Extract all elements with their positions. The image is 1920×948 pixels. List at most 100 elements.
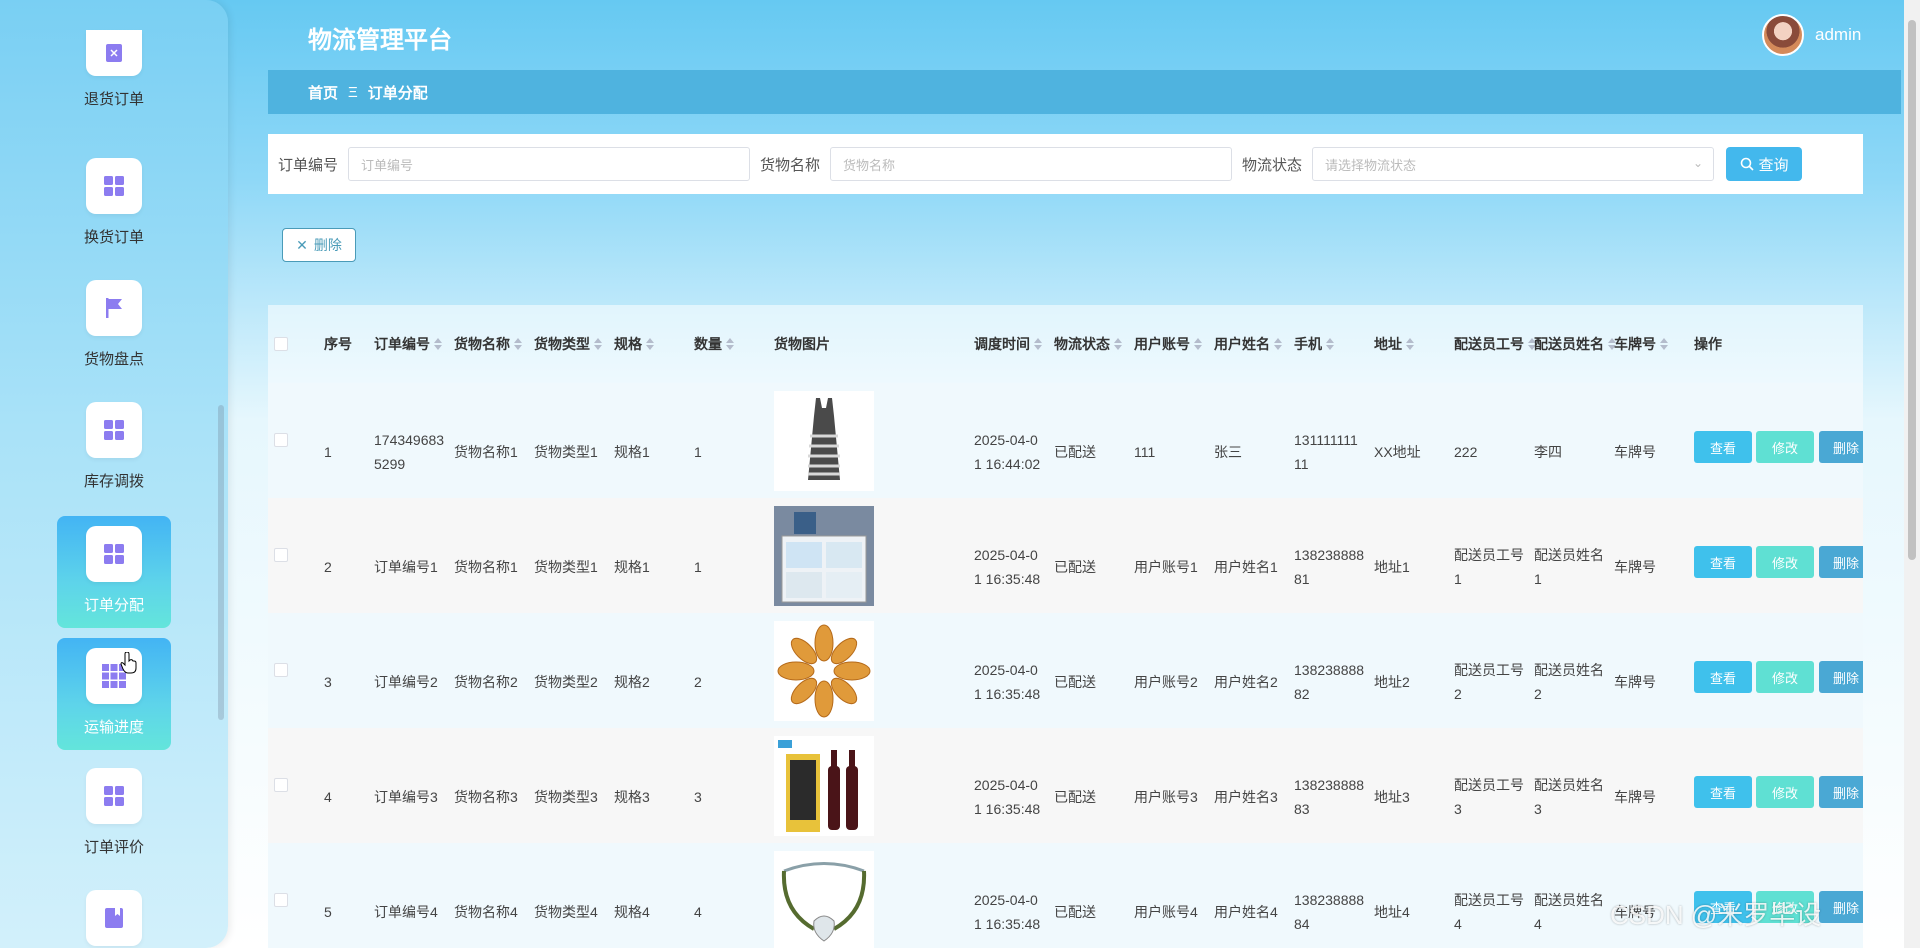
cell-index: 2 xyxy=(324,555,332,579)
order-table: 序号 订单编号 货物名称 货物类型 规格 数量 货物图片 调度时间 物流状态 用… xyxy=(268,305,1863,948)
col-spec[interactable]: 规格 xyxy=(614,334,654,354)
sidebar-item-exchange-orders[interactable]: 换货订单 xyxy=(57,148,171,260)
cell-order-no: 174349683 5299 xyxy=(374,428,444,476)
cell-text: 配送员姓名 xyxy=(1534,662,1604,678)
view-button[interactable]: 查看 xyxy=(1694,546,1752,578)
delete-button[interactable]: 删除 xyxy=(1819,546,1863,578)
col-username[interactable]: 用户姓名 xyxy=(1214,334,1282,354)
sidebar-item-return-orders[interactable]: 退货订单 xyxy=(57,30,171,142)
sort-icon[interactable] xyxy=(1034,338,1042,350)
edit-button[interactable]: 修改 xyxy=(1756,546,1814,578)
delete-button[interactable]: 删除 xyxy=(1819,776,1863,808)
breadcrumb-home[interactable]: 首页 xyxy=(308,82,338,103)
sort-icon[interactable] xyxy=(1114,338,1122,350)
sidebar-item-transport-progress[interactable]: 运输进度 xyxy=(57,638,171,750)
row-checkbox[interactable] xyxy=(274,778,288,792)
flag-icon xyxy=(86,280,142,336)
order-no-input[interactable]: 订单编号 xyxy=(348,147,751,181)
query-button[interactable]: 查询 xyxy=(1726,147,1803,181)
page-scrollbar[interactable] xyxy=(1904,0,1920,948)
col-label: 数量 xyxy=(694,336,722,352)
sort-icon[interactable] xyxy=(726,338,734,350)
col-label: 订单编号 xyxy=(374,336,430,352)
col-address[interactable]: 地址 xyxy=(1374,334,1414,354)
col-plate[interactable]: 车牌号 xyxy=(1614,334,1668,354)
col-goods-name[interactable]: 货物名称 xyxy=(454,334,522,354)
search-icon xyxy=(1740,157,1754,171)
row-checkbox[interactable] xyxy=(274,433,288,447)
view-button[interactable]: 查看 xyxy=(1694,661,1752,693)
cell-courier-id: 配送员工号 3 xyxy=(1454,773,1524,821)
cell-text: 1 16:35:48 xyxy=(974,571,1041,587)
cell-goods-type: 货物类型1 xyxy=(534,440,598,464)
cell-goods-name: 货物名称1 xyxy=(454,555,518,579)
sort-icon[interactable] xyxy=(1406,338,1414,350)
cell-text: 货物名称3 xyxy=(454,789,518,805)
cell-address: 地址1 xyxy=(1374,555,1410,579)
cell-text: 地址1 xyxy=(1374,559,1410,575)
col-phone[interactable]: 手机 xyxy=(1294,334,1334,354)
cell-text: 5299 xyxy=(374,456,406,472)
delete-button[interactable]: 删除 xyxy=(1819,891,1863,923)
goods-image[interactable] xyxy=(774,851,874,948)
sidebar-item-order-assignment[interactable]: 订单分配 xyxy=(57,516,171,628)
cell-text: 2025-04-0 xyxy=(974,432,1038,448)
logistics-status-select[interactable]: 请选择物流状态 ⌄ xyxy=(1312,147,1715,181)
goods-image[interactable] xyxy=(774,736,874,836)
cell-text: 81 xyxy=(1294,571,1310,587)
cell-status: 已配送 xyxy=(1054,555,1096,579)
sort-icon[interactable] xyxy=(1274,338,1282,350)
batch-delete-button[interactable]: ✕ 删除 xyxy=(282,228,356,262)
row-checkbox[interactable] xyxy=(274,893,288,907)
delete-button[interactable]: 删除 xyxy=(1819,661,1863,693)
sort-icon[interactable] xyxy=(1326,338,1334,350)
cell-qty: 1 xyxy=(694,555,702,579)
col-courier-name[interactable]: 配送员姓名 xyxy=(1534,334,1616,354)
user-name[interactable]: admin xyxy=(1815,25,1861,45)
edit-button[interactable]: 修改 xyxy=(1756,776,1814,808)
logistics-status-placeholder: 请选择物流状态 xyxy=(1325,157,1417,173)
cell-address: 地址3 xyxy=(1374,785,1410,809)
view-button[interactable]: 查看 xyxy=(1694,431,1752,463)
col-courier-id[interactable]: 配送员工号 xyxy=(1454,334,1536,354)
cell-text: 货物类型1 xyxy=(534,444,598,460)
col-status[interactable]: 物流状态 xyxy=(1054,334,1122,354)
cell-text: 2025-04-0 xyxy=(974,892,1038,908)
sort-icon[interactable] xyxy=(434,338,442,350)
scrollbar-thumb[interactable] xyxy=(1908,20,1916,560)
sort-icon[interactable] xyxy=(514,338,522,350)
cell-text: 货物名称1 xyxy=(454,559,518,575)
sidebar-scrollbar[interactable] xyxy=(218,405,224,720)
cell-text: 2 xyxy=(1454,686,1462,702)
delete-button[interactable]: 删除 xyxy=(1819,431,1863,463)
sort-icon[interactable] xyxy=(594,338,602,350)
goods-image[interactable] xyxy=(774,391,874,491)
clipboard-icon xyxy=(86,30,142,76)
goods-image[interactable] xyxy=(774,621,874,721)
col-time[interactable]: 调度时间 xyxy=(974,334,1042,354)
sidebar-item-order-reviews[interactable]: 订单评价 xyxy=(57,758,171,870)
row-checkbox[interactable] xyxy=(274,548,288,562)
cell-text: 138238888 xyxy=(1294,892,1365,908)
goods-name-input[interactable]: 货物名称 xyxy=(830,147,1233,181)
view-button[interactable]: 查看 xyxy=(1694,776,1752,808)
col-goods-type[interactable]: 货物类型 xyxy=(534,334,602,354)
col-account[interactable]: 用户账号 xyxy=(1134,334,1202,354)
col-qty[interactable]: 数量 xyxy=(694,334,734,354)
sort-icon[interactable] xyxy=(1660,338,1668,350)
sort-icon[interactable] xyxy=(1194,338,1202,350)
select-all-checkbox[interactable] xyxy=(274,337,288,351)
cell-text: 111 xyxy=(1134,444,1156,460)
sidebar-item-stocktaking[interactable]: 货物盘点 xyxy=(57,270,171,382)
sidebar-item-more[interactable] xyxy=(57,880,171,948)
avatar[interactable] xyxy=(1762,14,1804,56)
goods-image[interactable] xyxy=(774,506,874,606)
sidebar-item-inventory-transfer[interactable]: 库存调拨 xyxy=(57,392,171,504)
edit-button[interactable]: 修改 xyxy=(1756,661,1814,693)
sort-icon[interactable] xyxy=(646,338,654,350)
cell-username: 用户姓名3 xyxy=(1214,785,1278,809)
edit-button[interactable]: 修改 xyxy=(1756,431,1814,463)
col-order-no[interactable]: 订单编号 xyxy=(374,334,442,354)
row-checkbox[interactable] xyxy=(274,663,288,677)
cell-text: 用户姓名4 xyxy=(1214,904,1278,920)
